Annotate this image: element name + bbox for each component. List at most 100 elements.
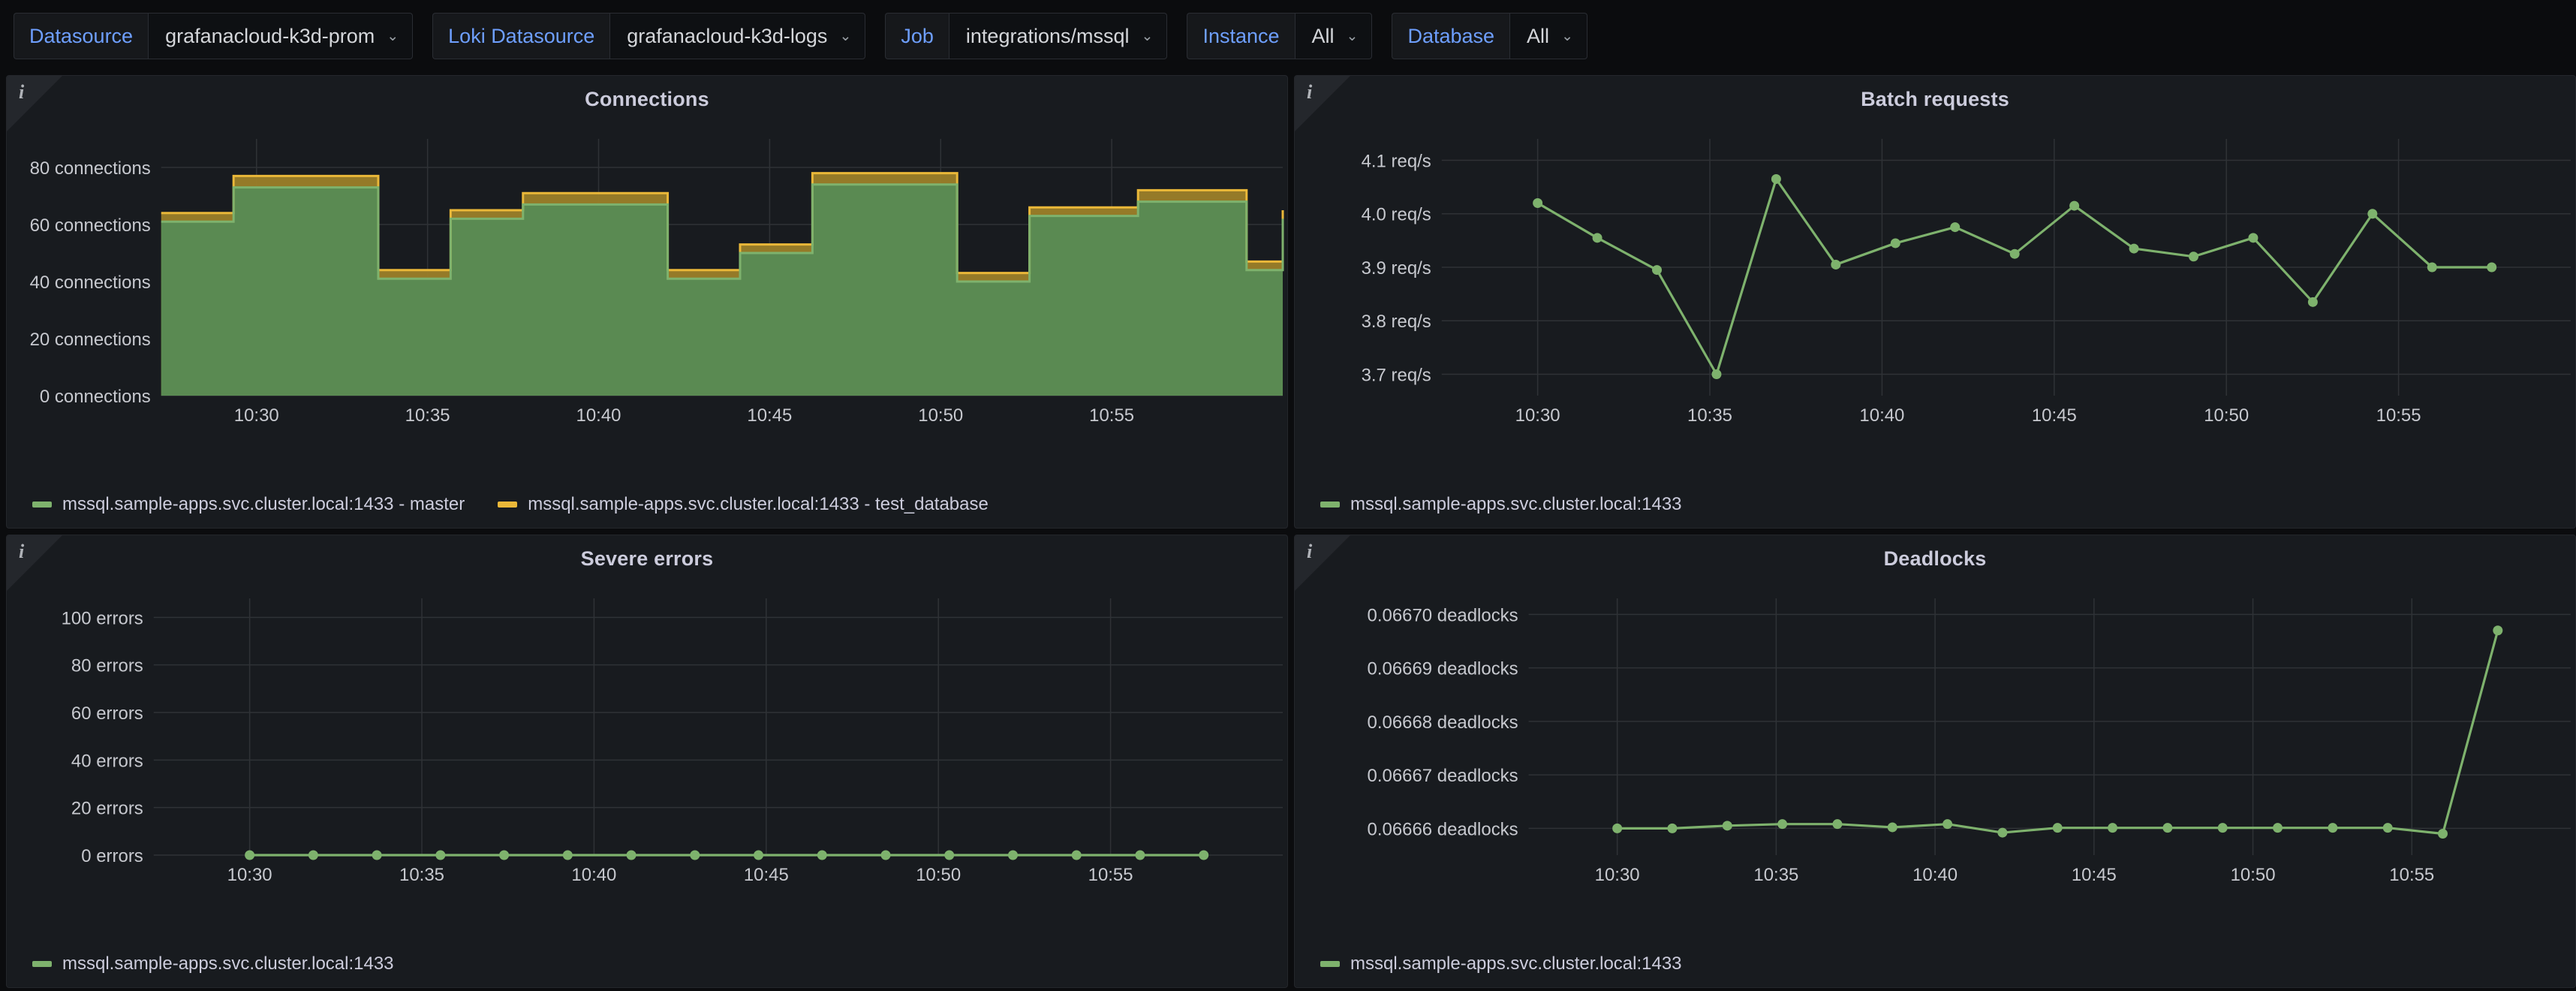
legend-color-swatch <box>32 961 52 967</box>
y-axis-tick-label: 0.06668 deadlocks <box>1368 712 1518 733</box>
x-axis-tick-label: 10:50 <box>918 405 963 426</box>
dashboard-grid: i Connections 80 connections 60 connectio… <box>0 72 2576 991</box>
x-axis-tick-label: 10:35 <box>399 865 444 885</box>
variable-picker-3[interactable]: All ⌄ <box>1294 13 1373 59</box>
y-axis-tick-label: 60 errors <box>71 703 143 724</box>
y-axis-tick-label: 3.7 req/s <box>1362 365 1431 385</box>
x-axis-tick-label: 10:35 <box>1753 865 1798 885</box>
x-axis-tick-label: 10:50 <box>2231 865 2276 885</box>
panel-cell-severe-errors: i Severe errors 100 errors 80 errors 60 er… <box>3 532 1291 991</box>
y-axis-tick-label: 40 connections <box>30 273 151 293</box>
legend-item[interactable]: mssql.sample-apps.svc.cluster.local:1433 <box>1320 953 1682 974</box>
y-axis-tick-label: 0.06667 deadlocks <box>1368 766 1518 786</box>
panel-title: Batch requests <box>1861 87 2009 110</box>
x-axis-tick-label: 10:55 <box>2376 405 2421 426</box>
legend-connections: mssql.sample-apps.svc.cluster.local:1433… <box>7 481 1287 528</box>
legend-item[interactable]: mssql.sample-apps.svc.cluster.local:1433… <box>498 494 989 515</box>
variable-group-loki-datasource: Loki Datasource grafanacloud-k3d-logs ⌄ <box>432 13 866 59</box>
panel-cell-deadlocks: i Deadlocks 0.06670 deadlocks 0.06669 dea… <box>1291 532 2576 991</box>
x-axis-tick-label: 10:40 <box>571 865 616 885</box>
y-axis-tick-label: 0.06670 deadlocks <box>1368 605 1518 625</box>
variable-group-database: Database All ⌄ <box>1392 13 1587 59</box>
plot-batch-requests[interactable]: 4.1 req/s 4.0 req/s 3.9 req/s 3.8 req/s 3.7 … <box>1295 122 2575 454</box>
panel-header-deadlocks: Deadlocks <box>1295 535 2575 582</box>
panel-title: Connections <box>585 87 709 110</box>
legend-item[interactable]: mssql.sample-apps.svc.cluster.local:1433… <box>32 494 465 515</box>
legend-color-swatch <box>1320 961 1340 967</box>
legend-item[interactable]: mssql.sample-apps.svc.cluster.local:1433 <box>1320 494 1682 515</box>
x-axis-tick-label: 10:45 <box>747 405 792 426</box>
panel-header-severe-errors: Severe errors <box>7 535 1287 582</box>
chevron-down-icon: ⌄ <box>1346 28 1359 44</box>
x-axis-tick-label: 10:30 <box>1515 405 1560 426</box>
x-axis-tick-label: 10:30 <box>1595 865 1640 885</box>
x-axis-tick-label: 10:45 <box>744 865 789 885</box>
chevron-down-icon: ⌄ <box>1141 28 1154 44</box>
x-axis-tick-label: 10:55 <box>2389 865 2434 885</box>
x-axis-tick-label: 10:40 <box>576 405 621 426</box>
y-axis-tick-label: 3.9 req/s <box>1362 258 1431 279</box>
legend-series-label: mssql.sample-apps.svc.cluster.local:1433 <box>1350 494 1682 514</box>
legend-series-label: mssql.sample-apps.svc.cluster.local:1433… <box>62 494 465 514</box>
chevron-down-icon: ⌄ <box>387 28 399 44</box>
panel-title: Deadlocks <box>1883 547 1987 570</box>
y-axis-tick-label: 0.06669 deadlocks <box>1368 659 1518 679</box>
y-axis-tick-label: 20 connections <box>30 330 151 350</box>
panel-batch-requests: i Batch requests 4.1 req/s 4.0 req/s 3.9 r… <box>1294 75 2576 529</box>
variable-value-text: integrations/mssql <box>965 24 1130 47</box>
variable-label-4[interactable]: Database <box>1392 13 1510 59</box>
chevron-down-icon: ⌄ <box>1561 28 1573 44</box>
variable-picker-1[interactable]: grafanacloud-k3d-logs ⌄ <box>609 13 866 59</box>
legend-series-label: mssql.sample-apps.svc.cluster.local:1433 <box>1350 953 1682 974</box>
legend-severe-errors: mssql.sample-apps.svc.cluster.local:1433 <box>7 941 1287 987</box>
variable-value-text: All <box>1311 24 1335 47</box>
x-axis-tick-label: 10:30 <box>227 865 272 885</box>
variable-group-job: Job integrations/mssql ⌄ <box>885 13 1168 59</box>
variable-picker-2[interactable]: integrations/mssql ⌄ <box>948 13 1168 59</box>
plot-deadlocks[interactable]: 0.06670 deadlocks 0.06669 deadlocks 0.0666… <box>1295 582 2575 914</box>
panel-severe-errors: i Severe errors 100 errors 80 errors 60 er… <box>6 535 1288 988</box>
legend-color-swatch <box>498 502 518 508</box>
y-axis-tick-label: 60 connections <box>30 215 151 236</box>
chevron-down-icon: ⌄ <box>839 28 852 44</box>
plot-severe-errors[interactable]: 100 errors 80 errors 60 errors 40 errors 20 … <box>7 582 1287 914</box>
variable-value-text: grafanacloud-k3d-prom <box>165 24 375 47</box>
panel-cell-connections: i Connections 80 connections 60 connectio… <box>3 72 1291 532</box>
y-axis-tick-label: 0 connections <box>40 387 151 407</box>
y-axis-tick-label: 40 errors <box>71 751 143 771</box>
variable-label-2[interactable]: Job <box>885 13 949 59</box>
y-axis-tick-label: 20 errors <box>71 799 143 819</box>
variable-label-1[interactable]: Loki Datasource <box>432 13 610 59</box>
x-axis-tick-label: 10:40 <box>1859 405 1904 426</box>
legend-item[interactable]: mssql.sample-apps.svc.cluster.local:1433 <box>32 953 394 974</box>
x-axis-tick-label: 10:55 <box>1088 865 1133 885</box>
y-axis-tick-label: 3.8 req/s <box>1362 312 1431 332</box>
variable-picker-4[interactable]: All ⌄ <box>1509 13 1587 59</box>
x-axis-tick-label: 10:35 <box>1687 405 1732 426</box>
panel-cell-batch-requests: i Batch requests 4.1 req/s 4.0 req/s 3.9 r… <box>1291 72 2576 532</box>
variable-group-datasource: Datasource grafanacloud-k3d-prom ⌄ <box>14 13 414 59</box>
variable-label-3[interactable]: Instance <box>1187 13 1295 59</box>
panel-header-batch-requests: Batch requests <box>1295 76 2575 122</box>
variable-group-instance: Instance All ⌄ <box>1187 13 1373 59</box>
legend-series-label: mssql.sample-apps.svc.cluster.local:1433 <box>62 953 394 974</box>
variable-label-0[interactable]: Datasource <box>14 13 149 59</box>
y-axis-tick-label: 0 errors <box>81 846 143 866</box>
legend-series-label: mssql.sample-apps.svc.cluster.local:1433… <box>528 494 989 514</box>
legend-color-swatch <box>1320 502 1340 508</box>
x-axis-tick-label: 10:35 <box>405 405 450 426</box>
x-axis-tick-label: 10:45 <box>2072 865 2117 885</box>
x-axis-tick-label: 10:55 <box>1089 405 1134 426</box>
legend-batch-requests: mssql.sample-apps.svc.cluster.local:1433 <box>1295 481 2575 528</box>
plot-connections[interactable]: 80 connections 60 connections 40 connectio… <box>7 122 1287 454</box>
legend-color-swatch <box>32 502 52 508</box>
x-axis-tick-label: 10:50 <box>2204 405 2249 426</box>
legend-deadlocks: mssql.sample-apps.svc.cluster.local:1433 <box>1295 941 2575 987</box>
variable-toolbar: Datasource grafanacloud-k3d-prom ⌄ Loki Dat… <box>0 0 2576 72</box>
x-axis-tick-label: 10:45 <box>2032 405 2077 426</box>
y-axis-tick-label: 80 errors <box>71 656 143 676</box>
panel-title: Severe errors <box>580 547 714 570</box>
x-axis-tick-label: 10:30 <box>234 405 279 426</box>
panel-header-connections: Connections <box>7 76 1287 122</box>
variable-picker-0[interactable]: grafanacloud-k3d-prom ⌄ <box>148 13 414 59</box>
